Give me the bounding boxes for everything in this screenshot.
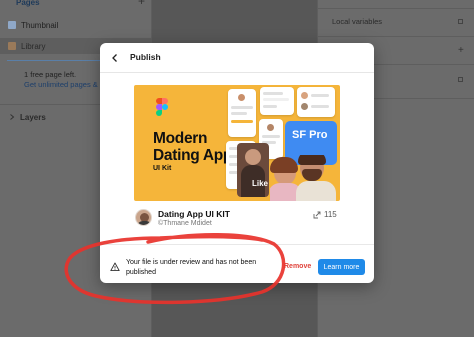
figma-logo-icon <box>156 98 168 118</box>
upgrade-link[interactable]: Get unlimited pages & r <box>24 80 102 89</box>
author-avatar[interactable] <box>135 209 152 226</box>
export-icon[interactable] <box>458 77 463 82</box>
back-button[interactable] <box>108 51 122 65</box>
like-label: Like <box>252 179 269 188</box>
mock-screen <box>297 87 335 117</box>
thumbnail-title-line1: Modern <box>153 130 208 147</box>
modal-footer: Your file is under review and has not be… <box>100 244 374 283</box>
file-name: Dating App UI KIT <box>158 209 230 219</box>
duplicate-count: 115 <box>313 210 337 219</box>
free-pages-text: 1 free page left. <box>24 70 77 79</box>
page-emoji-icon <box>8 42 16 50</box>
review-status-message: Your file is under review and has not be… <box>126 259 257 276</box>
page-item-label: Library <box>21 41 46 51</box>
thumbnail-subtitle: UI Kit <box>153 165 172 172</box>
page-item-label: Thumbnail <box>21 20 59 30</box>
panel-divider <box>318 8 474 9</box>
modal-header: Publish <box>100 43 374 73</box>
back-arrow-icon <box>112 54 117 62</box>
add-page-plus-icon[interactable]: + <box>138 0 145 8</box>
page-emoji-icon <box>8 21 16 29</box>
modal-title: Publish <box>130 52 161 62</box>
author-name[interactable]: ©Thmane Mdidet <box>158 220 212 227</box>
file-thumbnail: Modern Dating App UI Kit Like SF Pro <box>134 85 340 201</box>
plus-icon[interactable]: + <box>458 45 464 56</box>
couple-photo <box>270 155 340 201</box>
local-variables-label[interactable]: Local variables <box>332 17 382 26</box>
learn-more-button[interactable]: Learn more <box>318 259 365 275</box>
page-item-thumbnail[interactable]: Thumbnail <box>0 17 152 33</box>
chevron-right-icon <box>10 114 15 120</box>
thumbnail-title-line2: Dating App <box>153 147 233 164</box>
duplicate-icon <box>313 211 321 218</box>
layers-label: Layers <box>20 112 46 122</box>
warning-icon <box>110 262 120 272</box>
publish-modal: Publish Modern Dating App UI Kit Like SF… <box>100 43 374 283</box>
variables-icon[interactable] <box>458 19 463 24</box>
dating-card-photo <box>237 143 269 197</box>
pages-header[interactable]: Pages <box>0 0 152 10</box>
remove-button[interactable]: Remove <box>280 259 315 274</box>
panel-divider <box>318 36 474 37</box>
thumbnail-title: Modern Dating App <box>153 130 232 164</box>
mock-screen <box>260 87 294 115</box>
mock-screen <box>228 89 256 137</box>
duplicate-count-value: 115 <box>324 210 337 219</box>
sf-pro-text: SF Pro <box>292 129 328 141</box>
